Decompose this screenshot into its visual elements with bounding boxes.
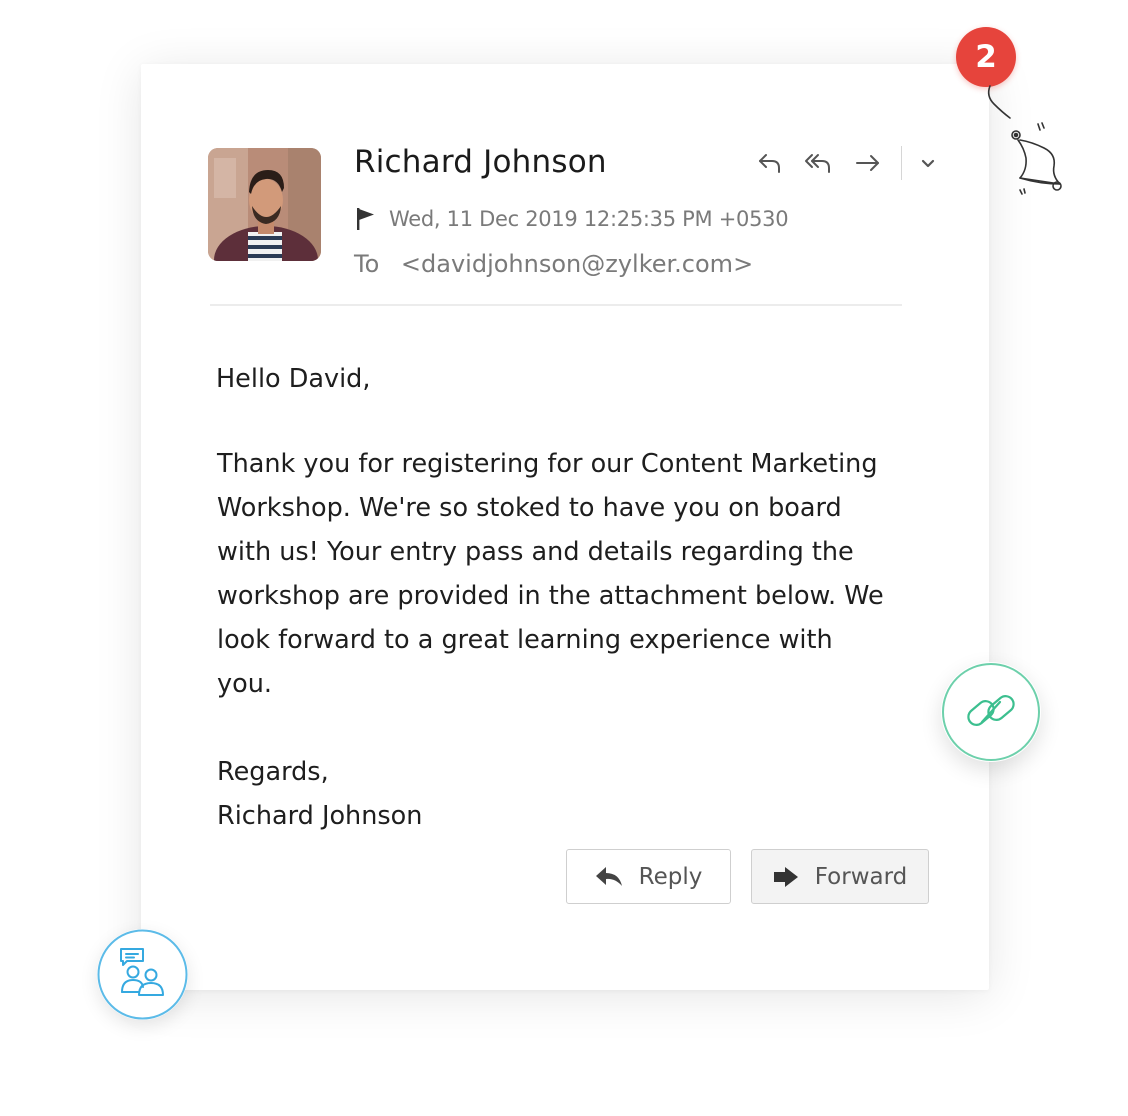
body-line: Thank you for registering for our Conten… [217, 449, 878, 479]
to-label: To [354, 250, 380, 278]
chevron-down-icon[interactable] [910, 145, 946, 181]
reply-button-label: Reply [638, 863, 703, 890]
header-divider [210, 304, 902, 306]
link-icon [942, 663, 1040, 761]
date-row: Wed, 11 Dec 2019 12:25:35 PM +0530 [355, 205, 789, 233]
forward-arrow-icon [773, 866, 798, 887]
people-chat-badge[interactable] [97, 929, 188, 1020]
bell-icon [987, 85, 1062, 195]
email-signoff-block: Regards, Richard Johnson [217, 750, 917, 838]
email-greeting: Hello David, [216, 364, 371, 394]
email-signature: Richard Johnson [217, 801, 423, 831]
notification-count-badge: 2 [956, 27, 1016, 87]
reply-button[interactable]: Reply [566, 849, 731, 904]
people-chat-icon [97, 929, 188, 1020]
email-body: Thank you for registering for our Conten… [217, 442, 917, 706]
recipient-address: <davidjohnson@zylker.com> [400, 250, 754, 278]
reply-icon[interactable] [752, 145, 788, 181]
link-badge[interactable] [941, 662, 1041, 762]
body-line: with us! Your entry pass and details reg… [217, 537, 854, 567]
flag-icon[interactable] [355, 207, 377, 231]
email-date: Wed, 11 Dec 2019 12:25:35 PM +0530 [389, 207, 789, 231]
body-line: workshop are provided in the attachment … [217, 581, 884, 611]
sender-avatar [208, 148, 321, 261]
toolbar-divider [901, 146, 902, 180]
forward-button[interactable]: Forward [751, 849, 929, 904]
email-actions-toolbar [752, 145, 959, 181]
recipient-row: To <davidjohnson@zylker.com> [354, 250, 753, 278]
reply-arrow-icon [595, 866, 622, 886]
forward-icon[interactable] [850, 145, 886, 181]
body-line: Workshop. We're so stoked to have you on… [217, 493, 842, 523]
body-line: you. [217, 669, 272, 699]
body-line: look forward to a great learning experie… [217, 625, 833, 655]
email-signoff: Regards, [217, 757, 329, 787]
sender-name: Richard Johnson [354, 144, 607, 180]
forward-button-label: Forward [814, 863, 908, 890]
reply-all-icon[interactable] [801, 145, 837, 181]
